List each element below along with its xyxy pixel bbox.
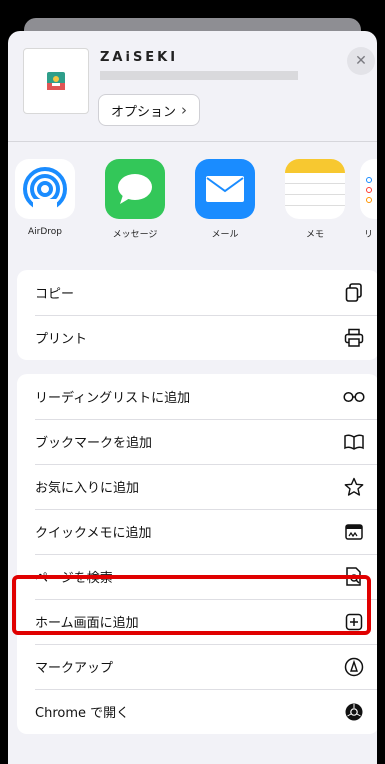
action-label: コピー [35, 287, 75, 302]
copy-icon [343, 282, 365, 304]
action-label: マークアップ [35, 661, 114, 676]
header-divider [8, 141, 377, 142]
chrome-icon [343, 701, 365, 723]
page-title: ZAiSEKI [100, 50, 179, 65]
action-markup[interactable]: マークアップ [17, 644, 377, 689]
printer-icon [343, 327, 365, 349]
action-label: プリント [35, 332, 88, 347]
site-thumbnail [23, 48, 89, 114]
close-button[interactable]: ✕ [347, 47, 375, 75]
star-icon [343, 476, 365, 498]
book-icon [343, 431, 365, 453]
glasses-icon [343, 386, 365, 408]
action-label: クイックメモに追加 [35, 526, 152, 541]
action-label: Chrome で開く [35, 706, 130, 721]
action-open-in-chrome[interactable]: Chrome で開く [17, 689, 377, 734]
share-target-label: リ [364, 230, 374, 240]
action-label: ブックマークを追加 [35, 436, 153, 451]
share-target-label: メモ [305, 230, 324, 240]
options-label: オプション [111, 104, 177, 120]
action-add-favorite[interactable]: お気に入りに追加 [17, 464, 377, 509]
action-add-quick-note[interactable]: クイックメモに追加 [17, 509, 377, 554]
action-label: リーディングリストに追加 [35, 391, 191, 406]
sheet-header: ZAiSEKI オプション › ✕ [8, 31, 377, 141]
action-copy[interactable]: コピー [17, 270, 377, 315]
share-target-label: AirDrop [27, 227, 62, 237]
share-target-label: メッセージ [112, 230, 158, 240]
share-target-reminders[interactable]: リ [360, 159, 377, 240]
options-button[interactable]: オプション › [98, 94, 201, 126]
share-targets-row: AirDrop メッセージ メール メモ リ [8, 159, 377, 249]
action-print[interactable]: プリント [17, 315, 377, 360]
action-group-2: リーディングリストに追加 ブックマークを追加 お気に入りに追加 クイックメモに追… [17, 374, 377, 734]
notes-icon [285, 159, 345, 219]
markup-icon [343, 656, 365, 678]
share-target-label: メール [211, 230, 239, 240]
page-url-placeholder [100, 71, 298, 80]
action-add-bookmark[interactable]: ブックマークを追加 [17, 419, 377, 464]
share-target-messages[interactable]: メッセージ [103, 159, 167, 240]
chevron-right-icon: › [181, 101, 188, 119]
highlight-box [12, 575, 371, 635]
site-logo-icon [47, 72, 65, 90]
action-reading-list[interactable]: リーディングリストに追加 [17, 374, 377, 419]
share-target-airdrop[interactable]: AirDrop [13, 159, 77, 237]
reminders-icon [360, 159, 377, 219]
action-label: お気に入りに追加 [35, 481, 140, 496]
share-target-notes[interactable]: メモ [283, 159, 347, 240]
quick-note-icon [343, 521, 365, 543]
action-group-1: コピー プリント [17, 270, 377, 360]
airdrop-icon [15, 159, 75, 219]
messages-icon [105, 159, 165, 219]
share-target-mail[interactable]: メール [193, 159, 257, 240]
mail-icon [195, 159, 255, 219]
close-icon: ✕ [355, 53, 367, 69]
share-sheet: ZAiSEKI オプション › ✕ AirDrop メッセージ メール メモ リ… [8, 31, 377, 764]
